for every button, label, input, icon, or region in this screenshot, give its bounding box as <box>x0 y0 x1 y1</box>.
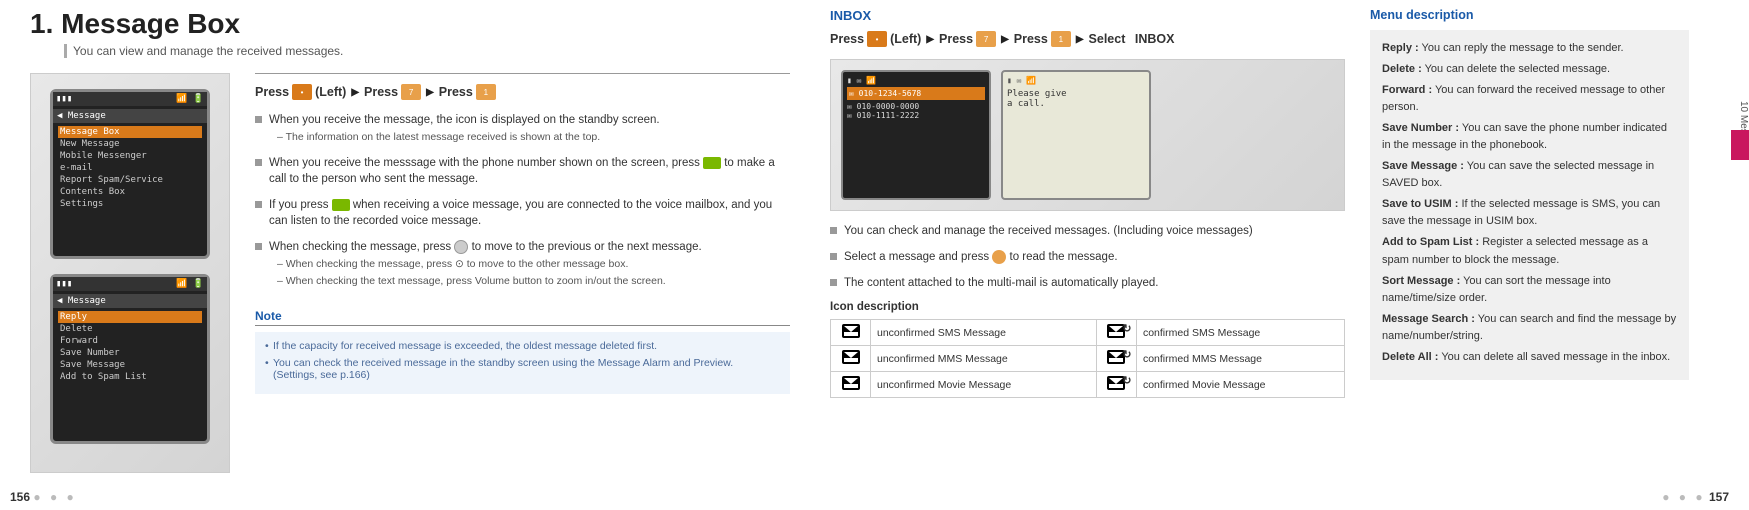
arrow-icon: ▶ <box>351 87 359 98</box>
bullet-item: When checking the message, press to move… <box>255 239 790 288</box>
key-7-icon: 7 <box>401 84 421 100</box>
note-section: Note If the capacity for received messag… <box>255 309 790 394</box>
sms-unconfirmed-icon <box>842 324 860 338</box>
inbox-screenshots: ▮ ✉ 📶 ✉ 010-1234-5678 ✉ 010-0000-0000 ✉ … <box>830 59 1345 211</box>
note-title: Note <box>255 309 790 326</box>
table-row: unconfirmed SMS Message confirmed SMS Me… <box>831 320 1345 346</box>
softkey-icon: • <box>867 31 887 47</box>
table-row: unconfirmed Movie Message confirmed Movi… <box>831 372 1345 398</box>
step-sequence: Press • (Left) ▶ Press 7 ▶ Press 1 <box>255 84 790 100</box>
menu-item: Save Message : You can save the selected… <box>1382 158 1677 192</box>
mms-confirmed-icon <box>1107 350 1125 364</box>
bullet-item: The content attached to the multi-mail i… <box>830 275 1345 291</box>
key-1-icon: 1 <box>1051 31 1071 47</box>
menu-item: Save Number : You can save the phone num… <box>1382 120 1677 154</box>
note-item: You can check the received message in th… <box>265 357 780 381</box>
step-sequence-inbox: Press • (Left) ▶ Press 7 ▶ Press 1 ▶ Sel… <box>830 31 1345 47</box>
key-7-icon: 7 <box>976 31 996 47</box>
arrow-icon: ▶ <box>426 87 434 98</box>
page-title: 1. Message Box <box>30 8 790 40</box>
instruction-column: Press • (Left) ▶ Press 7 ▶ Press 1 When … <box>255 73 790 473</box>
arrow-icon: ▶ <box>926 34 934 45</box>
menu-item: Save to USIM : If the selected message i… <box>1382 196 1677 230</box>
instruction-list: When you receive the message, the icon i… <box>255 112 790 289</box>
nav-key-icon <box>454 240 468 254</box>
phone-preview-column: ▮▮▮📶 🔋 ◀ Message Message Box New Message… <box>30 73 230 473</box>
ok-key-icon <box>992 250 1006 264</box>
arrow-icon: ▶ <box>1076 34 1084 45</box>
inbox-bullets: You can check and manage the received me… <box>830 223 1345 291</box>
call-key-icon <box>703 157 721 169</box>
softkey-icon: • <box>292 84 312 100</box>
menu-item: Reply : You can reply the message to the… <box>1382 40 1677 57</box>
page-number-left: 156 ● ● ● <box>10 490 77 504</box>
sub-item: When checking the message, press ⊙ to mo… <box>269 257 790 272</box>
movie-confirmed-icon <box>1107 376 1125 390</box>
note-body: If the capacity for received message is … <box>255 332 790 394</box>
key-1-icon: 1 <box>476 84 496 100</box>
inbox-heading: INBOX <box>830 8 1345 23</box>
right-page: INBOX Press • (Left) ▶ Press 7 ▶ Press 1… <box>820 8 1689 502</box>
menu-description-box: Reply : You can reply the message to the… <box>1370 30 1689 380</box>
bullet-item: Select a message and press to read the m… <box>830 249 1345 265</box>
step-left: (Left) <box>315 85 346 99</box>
bullet-item: When you receive the messsage with the p… <box>255 155 790 187</box>
icon-description-table: unconfirmed SMS Message confirmed SMS Me… <box>830 319 1345 398</box>
movie-unconfirmed-icon <box>842 376 860 390</box>
subtitle: You can view and manage the received mes… <box>64 44 790 58</box>
page-number-right: ● ● ● 157 <box>1662 490 1729 504</box>
sub-item: When checking the text message, press Vo… <box>269 274 790 289</box>
table-row: unconfirmed MMS Message confirmed MMS Me… <box>831 346 1345 372</box>
step-press-3: Press <box>439 85 473 99</box>
icon-description-title: Icon description <box>830 301 1345 313</box>
menu-item: Delete : You can delete the selected mes… <box>1382 61 1677 78</box>
title-text: Message Box <box>61 8 240 39</box>
phone-screenshot-2: ▮▮▮📶 🔋 ◀ Message Reply Delete Forward Sa… <box>50 274 210 444</box>
call-key-icon <box>332 199 350 211</box>
mms-unconfirmed-icon <box>842 350 860 364</box>
sms-confirmed-icon <box>1107 324 1125 338</box>
inbox-screenshot-list: ▮ ✉ 📶 ✉ 010-1234-5678 ✉ 010-0000-0000 ✉ … <box>841 70 991 200</box>
step-press-1: Press <box>255 85 289 99</box>
chapter-tab-accent <box>1731 130 1749 160</box>
bullet-item: If you press when receiving a voice mess… <box>255 197 790 229</box>
left-page: 1. Message Box You can view and manage t… <box>30 8 820 502</box>
menu-description-title: Menu description <box>1370 8 1689 22</box>
menu-item: Add to Spam List : Register a selected m… <box>1382 234 1677 268</box>
menu-item: Delete All : You can delete all saved me… <box>1382 349 1677 366</box>
phone-screenshot-1: ▮▮▮📶 🔋 ◀ Message Message Box New Message… <box>50 89 210 259</box>
title-number: 1. <box>30 8 53 39</box>
chapter-tab: 10 Message <box>1731 70 1749 180</box>
menu-item: Sort Message : You can sort the message … <box>1382 273 1677 307</box>
menu-item: Message Search : You can search and find… <box>1382 311 1677 345</box>
menu-item: Forward : You can forward the received m… <box>1382 82 1677 116</box>
inbox-screenshot-read: ▮ ✉ 📶 Please give a call. <box>1001 70 1151 200</box>
sub-item: The information on the latest message re… <box>269 130 790 145</box>
bullet-item: You can check and manage the received me… <box>830 223 1345 239</box>
step-press-2: Press <box>364 85 398 99</box>
arrow-icon: ▶ <box>1001 34 1009 45</box>
note-item: If the capacity for received message is … <box>265 340 780 352</box>
bullet-item: When you receive the message, the icon i… <box>255 112 790 145</box>
